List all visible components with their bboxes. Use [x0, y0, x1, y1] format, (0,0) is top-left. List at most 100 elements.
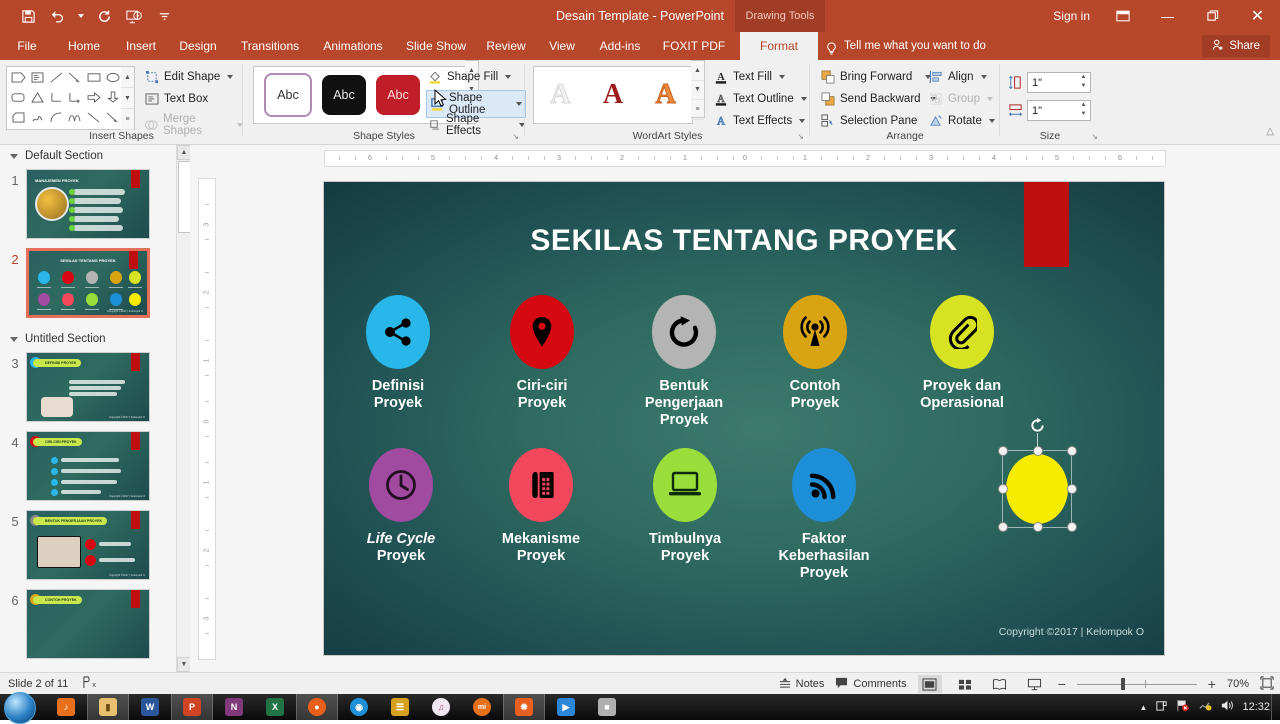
- section-collapse-icon[interactable]: [10, 153, 18, 159]
- tab-animations[interactable]: Animations: [314, 32, 392, 60]
- taskbar-app-generic-2[interactable]: ◉: [339, 694, 379, 720]
- shape-line2-icon[interactable]: [84, 108, 103, 127]
- shape-arrow2-icon[interactable]: [103, 108, 122, 127]
- gallery-scroll-up-icon[interactable]: ▲: [121, 67, 134, 88]
- slide-item-faktor-keberhasilan-proyek[interactable]: Faktor Keberhasilan Proyek: [749, 448, 899, 582]
- shape-elbow-arrow-icon[interactable]: [65, 88, 84, 107]
- shape-height-stepper[interactable]: ▲ ▼: [1078, 73, 1089, 90]
- save-icon[interactable]: [18, 6, 38, 26]
- taskbar-powerpoint[interactable]: P: [171, 694, 213, 720]
- undo-dropdown-icon[interactable]: [78, 14, 84, 18]
- shape-pentagon-icon[interactable]: [9, 68, 28, 87]
- wordart-dialog-launcher[interactable]: ↘: [797, 132, 804, 141]
- slide-thumbnail-3[interactable]: DEFINISI PROYEK Copyright ©2017 | Kelomp…: [26, 352, 150, 422]
- shapes-gallery-scrollbar[interactable]: ▲ ▼ ≡: [121, 66, 135, 130]
- slide-thumbnail-1[interactable]: MANAJEMEN PROYEK: [26, 169, 150, 239]
- gallery-more-icon[interactable]: ≡: [121, 109, 134, 130]
- shape-outline-dropdown-icon[interactable]: [516, 102, 522, 106]
- shape-fill-button[interactable]: Shape Fill: [427, 69, 512, 84]
- wordart-sample-1[interactable]: A: [550, 79, 571, 111]
- rotate-button[interactable]: Rotate: [928, 113, 995, 128]
- zoom-out-button[interactable]: −: [1058, 676, 1066, 692]
- text-outline-dropdown-icon[interactable]: [800, 96, 807, 101]
- taskbar-word[interactable]: W: [130, 694, 170, 720]
- slide-thumbnail-pane[interactable]: Default Section 1 MANAJEMEN PROYEK 2 SEK…: [0, 145, 191, 672]
- shape-width-input[interactable]: 1" ▲ ▼: [1027, 100, 1091, 121]
- slide-thumbnail-2[interactable]: SEKILAS TENTANG PROYEK Copyright ©2017 |…: [26, 248, 150, 318]
- tab-design[interactable]: Design: [172, 32, 224, 60]
- shape-arc-icon[interactable]: [47, 108, 66, 127]
- collapse-ribbon-icon[interactable]: △: [1266, 126, 1274, 137]
- slide-item-bentuk-pengerjaan-proyek[interactable]: Bentuk Pengerjaan Proyek: [609, 295, 759, 429]
- shape-freeform-icon[interactable]: [28, 108, 47, 127]
- slide-item-contoh-proyek[interactable]: Contoh Proyek: [740, 295, 890, 412]
- list-item[interactable]: 5 BENTUK PENGERJAAN PROYEK Copyright ©20…: [0, 507, 190, 586]
- shape-curve-icon[interactable]: [65, 108, 84, 127]
- normal-view-button[interactable]: [917, 675, 942, 693]
- shapes-gallery[interactable]: [6, 66, 123, 130]
- list-item[interactable]: 2 SEKILAS TENTANG PROYEK Copyright ©2017…: [0, 245, 190, 324]
- shape-textbox-icon[interactable]: [28, 68, 47, 87]
- show-desktop-button[interactable]: [1271, 694, 1280, 720]
- zoom-level-label[interactable]: 70%: [1227, 678, 1249, 690]
- reading-view-button[interactable]: [988, 675, 1012, 693]
- tab-foxit-pdf[interactable]: FOXIT PDF: [654, 32, 734, 60]
- taskbar-app-generic-1[interactable]: ♪: [46, 694, 86, 720]
- taskbar-app-generic-3[interactable]: mi: [462, 694, 502, 720]
- shape-down-arrow-icon[interactable]: [103, 88, 122, 107]
- pane-scroll-down-icon[interactable]: ▼: [177, 657, 191, 672]
- minimize-icon[interactable]: —: [1145, 0, 1190, 32]
- shape-style-sample-2[interactable]: Abc: [322, 75, 366, 115]
- size-dialog-launcher[interactable]: ↘: [1091, 132, 1098, 141]
- comments-button[interactable]: Comments: [835, 677, 907, 692]
- shape-style-sample-3[interactable]: Abc: [376, 75, 420, 115]
- slide-item-ciri-ciri-proyek[interactable]: Ciri-ciri Proyek: [467, 295, 617, 412]
- restore-icon[interactable]: [1190, 0, 1235, 32]
- zoom-in-button[interactable]: +: [1208, 676, 1216, 692]
- zoom-slider-handle[interactable]: [1120, 678, 1125, 690]
- list-item[interactable]: 4 CIRI-CIRI PROYEK Copyright ©2017 | Kel…: [0, 428, 190, 507]
- shape-line-icon[interactable]: [47, 68, 66, 87]
- selection-pane-button[interactable]: Selection Pane: [820, 113, 917, 128]
- text-fill-button[interactable]: A Text Fill: [713, 69, 785, 84]
- slide-show-view-button[interactable]: [1023, 675, 1047, 693]
- slide-item-timbulnya-proyek[interactable]: Timbulnya Proyek: [610, 448, 760, 565]
- taskbar-app-generic-5[interactable]: ■: [587, 694, 627, 720]
- rotate-dropdown-icon[interactable]: [988, 118, 995, 123]
- slide-thumbnail-4[interactable]: CIRI-CIRI PROYEK Copyright ©2017 | Kelom…: [26, 431, 150, 501]
- taskbar-music[interactable]: ♫: [421, 694, 461, 720]
- undo-icon[interactable]: [48, 6, 68, 26]
- customize-qat-icon[interactable]: [154, 6, 174, 26]
- wordart-scroll-down-icon[interactable]: ▼: [691, 81, 704, 101]
- security-flag-icon[interactable]: [1176, 699, 1190, 715]
- edit-shape-dropdown-icon[interactable]: [227, 74, 234, 79]
- network-icon[interactable]: [1198, 700, 1212, 715]
- bring-forward-button[interactable]: Bring Forward: [820, 69, 932, 84]
- slide-item-definisi-proyek[interactable]: Definisi Proyek: [324, 295, 473, 412]
- text-outline-button[interactable]: A Text Outline: [713, 91, 807, 106]
- text-effects-button[interactable]: A Text Effects: [713, 113, 806, 128]
- slide-item-proyek-dan-operasional[interactable]: Proyek dan Operasional: [887, 295, 1037, 412]
- tab-file[interactable]: File: [10, 32, 44, 60]
- slide-indicator[interactable]: Slide 2 of 11: [8, 678, 68, 690]
- slide-title[interactable]: SEKILAS TENTANG PROYEK: [324, 224, 1164, 258]
- show-hidden-icons-button[interactable]: ▲: [1140, 703, 1148, 712]
- taskbar-app-generic-4[interactable]: ✹: [503, 694, 545, 720]
- tab-transitions[interactable]: Transitions: [232, 32, 308, 60]
- edit-shape-button[interactable]: Edit Shape: [144, 69, 234, 84]
- shape-rectangle-icon[interactable]: [84, 68, 103, 87]
- close-icon[interactable]: ✕: [1235, 0, 1280, 32]
- align-button[interactable]: Align: [928, 69, 987, 84]
- shape-height-input[interactable]: 1" ▲ ▼: [1027, 72, 1091, 93]
- shape-styles-dialog-launcher[interactable]: ↘: [512, 132, 519, 141]
- pane-scroll-up-icon[interactable]: ▲: [177, 145, 191, 160]
- tab-home[interactable]: Home: [60, 32, 108, 60]
- fit-slide-icon[interactable]: [1260, 675, 1274, 693]
- shape-oval-icon[interactable]: [103, 68, 122, 87]
- shape-rounded-rect-icon[interactable]: [9, 88, 28, 107]
- slide-thumbnail-6[interactable]: CONTOH PROYEK: [26, 589, 150, 659]
- tab-add-ins[interactable]: Add-ins: [592, 32, 648, 60]
- taskbar-browser[interactable]: ●: [296, 694, 338, 720]
- list-item[interactable]: 1 MANAJEMEN PROYEK: [0, 166, 190, 245]
- volume-icon[interactable]: [1220, 699, 1234, 715]
